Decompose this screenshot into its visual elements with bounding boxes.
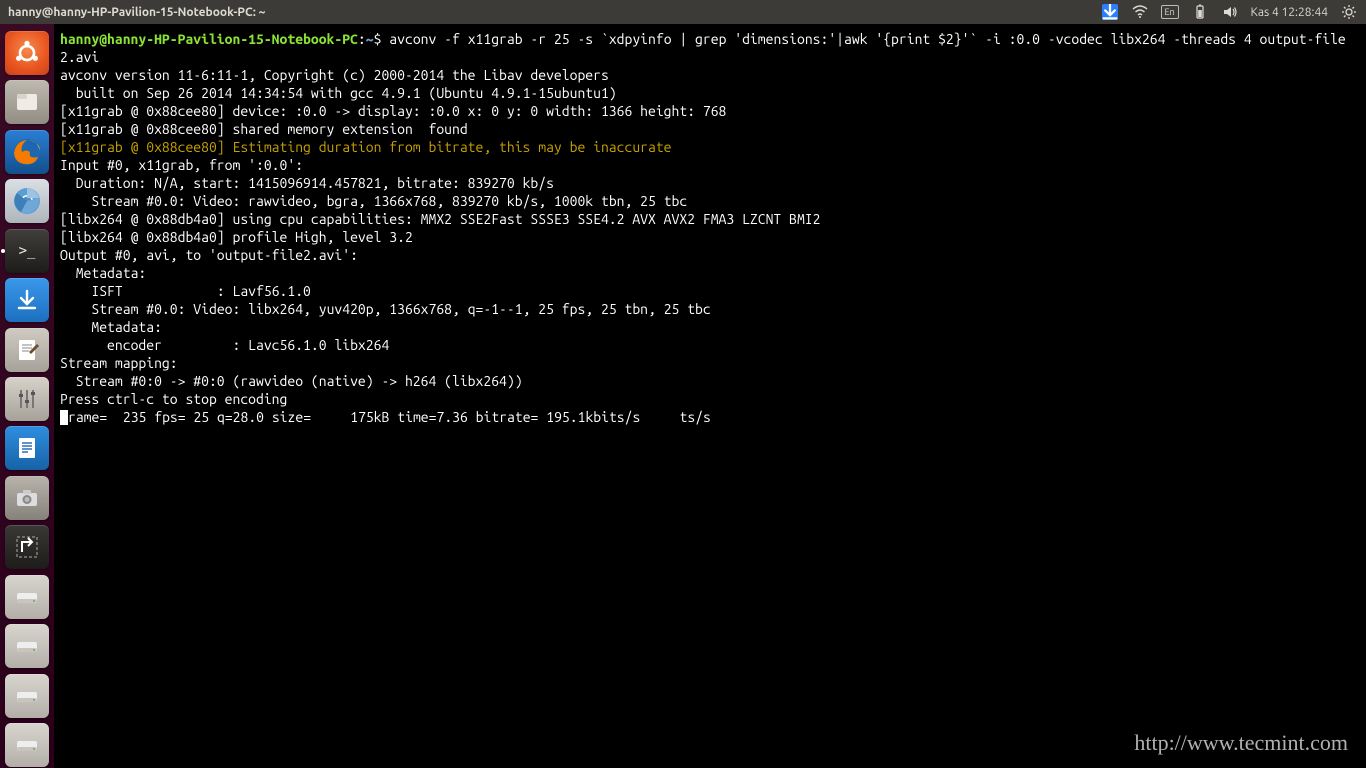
download-indicator-icon[interactable] bbox=[1101, 3, 1119, 21]
files-nautilus-icon[interactable] bbox=[4, 79, 50, 124]
sound-settings-icon[interactable] bbox=[4, 376, 50, 421]
downloader-icon[interactable] bbox=[4, 277, 50, 322]
terminal-output[interactable]: hanny@hanny-HP-Pavilion-15-Notebook-PC:~… bbox=[54, 24, 1366, 768]
window-title: hanny@hanny-HP-Pavilion-15-Notebook-PC: … bbox=[0, 6, 1101, 19]
running-pip-icon bbox=[1, 249, 5, 253]
prompt-sep: : bbox=[358, 31, 366, 47]
keyboard-layout-indicator[interactable]: En bbox=[1161, 3, 1179, 21]
out-line-warning: [x11grab @ 0x88cee80] Estimating duratio… bbox=[60, 139, 672, 155]
indicator-area: En Kas 4 12:28:44 bbox=[1101, 3, 1366, 21]
drive-icon-2[interactable] bbox=[4, 624, 50, 669]
out-line: ISFT : Lavf56.1.0 bbox=[60, 283, 311, 299]
out-line: Metadata: bbox=[60, 319, 162, 335]
out-line: built on Sep 26 2014 14:34:54 with gcc 4… bbox=[60, 85, 617, 101]
battery-icon[interactable] bbox=[1191, 3, 1209, 21]
out-line-progress: rame= 235 fps= 25 q=28.0 size= 175kB tim… bbox=[68, 409, 711, 425]
sound-icon[interactable] bbox=[1221, 3, 1239, 21]
out-line: avconv version 11-6:11-1, Copyright (c) … bbox=[60, 67, 609, 83]
clock[interactable]: Kas 4 12:28:44 bbox=[1251, 6, 1328, 19]
out-line: Stream mapping: bbox=[60, 355, 178, 371]
system-gear-icon[interactable] bbox=[1340, 3, 1358, 21]
chromium-icon[interactable] bbox=[4, 178, 50, 223]
prompt-dollar: $ bbox=[374, 31, 390, 47]
screenshot-tool-icon[interactable] bbox=[4, 525, 50, 570]
out-line: Metadata: bbox=[60, 265, 146, 281]
out-line: [libx264 @ 0x88db4a0] using cpu capabili… bbox=[60, 211, 820, 227]
out-line: Duration: N/A, start: 1415096914.457821,… bbox=[60, 175, 554, 191]
out-line: [x11grab @ 0x88cee80] device: :0.0 -> di… bbox=[60, 103, 726, 119]
camera-app-icon[interactable] bbox=[4, 475, 50, 520]
cursor-icon bbox=[60, 410, 68, 425]
out-line: Stream #0:0 -> #0:0 (rawvideo (native) -… bbox=[60, 373, 523, 389]
drive-icon-3[interactable] bbox=[4, 673, 50, 718]
out-line: [x11grab @ 0x88cee80] shared memory exte… bbox=[60, 121, 468, 137]
text-editor-icon[interactable] bbox=[4, 327, 50, 372]
prompt-user: hanny@hanny-HP-Pavilion-15-Notebook-PC bbox=[60, 31, 358, 47]
drive-icon-4[interactable] bbox=[4, 723, 50, 768]
out-line: encoder : Lavc56.1.0 libx264 bbox=[60, 337, 389, 353]
out-line: Output #0, avi, to 'output-file2.avi': bbox=[60, 247, 358, 263]
out-line: Input #0, x11grab, from ':0.0': bbox=[60, 157, 303, 173]
firefox-icon[interactable] bbox=[4, 129, 50, 174]
network-wifi-icon[interactable] bbox=[1131, 3, 1149, 21]
terminal-icon[interactable]: >_ bbox=[4, 228, 50, 273]
prompt-path: ~ bbox=[366, 31, 374, 47]
out-line: Stream #0.0: Video: rawvideo, bgra, 1366… bbox=[60, 193, 687, 209]
top-panel: hanny@hanny-HP-Pavilion-15-Notebook-PC: … bbox=[0, 0, 1366, 24]
out-line: Stream #0.0: Video: libx264, yuv420p, 13… bbox=[60, 301, 711, 317]
unity-launcher: >_ bbox=[0, 24, 54, 768]
drive-icon-1[interactable] bbox=[4, 574, 50, 619]
out-line: Press ctrl-c to stop encoding bbox=[60, 391, 287, 407]
libreoffice-writer-icon[interactable] bbox=[4, 426, 50, 471]
dash-home-icon[interactable] bbox=[4, 30, 50, 75]
out-line: [libx264 @ 0x88db4a0] profile High, leve… bbox=[60, 229, 413, 245]
